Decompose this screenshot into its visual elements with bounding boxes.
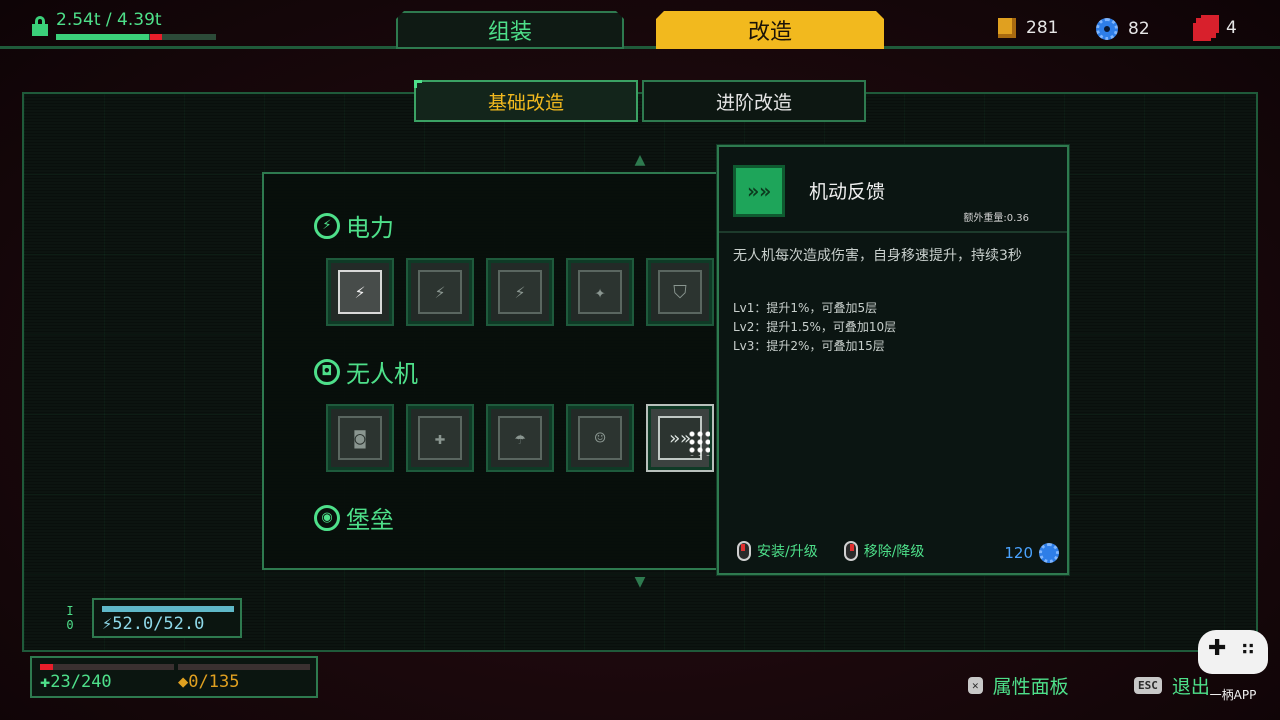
shield-value: ◆0/135 bbox=[178, 672, 240, 692]
power-mod-1-icon: ⚡ bbox=[338, 270, 382, 314]
energy-value: ⚡52.0/52.0 bbox=[102, 614, 205, 634]
mod-cost: 120 bbox=[1004, 543, 1059, 563]
drone-mod-2-icon: ✚ bbox=[418, 416, 462, 460]
category-drone: ◘ 无人机 bbox=[314, 354, 418, 389]
mouse-left-click-icon bbox=[737, 541, 751, 561]
power-mod-2-icon: ⚡ bbox=[418, 270, 462, 314]
tab-corner-marker bbox=[414, 80, 422, 88]
mod-cost-value: 120 bbox=[1004, 544, 1033, 562]
divider bbox=[719, 231, 1067, 233]
mod-detail-panel: »» 机动反馈 额外重量:0.36 无人机每次造成伤害，自身移速提升，持续3秒 … bbox=[716, 144, 1070, 576]
tab-basic-mods-label: 基础改造 bbox=[487, 91, 564, 114]
weight-bar-fill bbox=[56, 34, 149, 40]
tab-modify[interactable]: 改造 bbox=[656, 11, 884, 49]
counter-value: 0 bbox=[66, 618, 74, 632]
power-mod-3-icon: ⚡ bbox=[498, 270, 542, 314]
tab-advanced-mods-label: 进阶改造 bbox=[715, 91, 792, 114]
drone-mod-4-icon: ☺ bbox=[578, 416, 622, 460]
puzzle-piece-icon bbox=[1196, 18, 1216, 38]
tab-basic-mods[interactable]: 基础改造 bbox=[414, 80, 638, 122]
x-button-icon: ✕ bbox=[968, 677, 983, 694]
power-mod-slot-1[interactable]: ⚡ bbox=[326, 258, 394, 326]
scroll-up-arrow-icon[interactable]: ▲ bbox=[628, 152, 652, 168]
drone-mod-3-icon: ☂ bbox=[498, 416, 542, 460]
fortress-icon: ◉ bbox=[314, 504, 340, 531]
install-upgrade-action[interactable]: 安装/升级 bbox=[757, 541, 818, 561]
tab-advanced-mods[interactable]: 进阶改造 bbox=[642, 80, 866, 122]
drone-mod-slot-4[interactable]: ☺ bbox=[566, 404, 634, 472]
unit-counter: I 0 bbox=[60, 604, 80, 632]
mouse-right-click-icon bbox=[843, 541, 858, 561]
gold-resource: 281 bbox=[998, 18, 1058, 38]
power-mod-5-icon: ⛉ bbox=[658, 270, 702, 314]
pointer-cursor-icon bbox=[688, 430, 710, 456]
power-mod-4-icon: ✦ bbox=[578, 270, 622, 314]
gear-resource: 82 bbox=[1096, 18, 1150, 40]
mod-actions: 安装/升级 移除/降级 bbox=[737, 541, 924, 561]
power-mod-slot-3[interactable]: ⚡ bbox=[486, 258, 554, 326]
gear-icon bbox=[1039, 543, 1059, 563]
drone-mod-slot-3[interactable]: ☂ bbox=[486, 404, 554, 472]
tab-assemble[interactable]: 组装 bbox=[396, 11, 624, 49]
mod-level-3: Lv3：提升2%，可叠加15层 bbox=[733, 339, 885, 353]
drone-mod-1-icon: ◙ bbox=[338, 416, 382, 460]
gold-block-icon bbox=[998, 18, 1016, 38]
power-mod-slot-2[interactable]: ⚡ bbox=[406, 258, 474, 326]
drone-mod-slot-1[interactable]: ◙ bbox=[326, 404, 394, 472]
attributes-panel-hint[interactable]: ✕ 属性面板 bbox=[968, 672, 1069, 699]
top-divider bbox=[0, 46, 1280, 49]
counter-label: I bbox=[66, 604, 74, 618]
weight-indicator: 2.54t / 4.39t bbox=[30, 10, 220, 42]
puzzle-count: 4 bbox=[1226, 18, 1237, 38]
watermark-logo: 一柄APP bbox=[1192, 630, 1274, 714]
mod-extra-weight: 额外重量:0.36 bbox=[963, 213, 1029, 224]
drone-icon: ◘ bbox=[314, 358, 340, 385]
drone-feedback-icon: »» bbox=[733, 165, 785, 217]
health-bar-fill bbox=[40, 664, 53, 670]
scroll-down-arrow-icon[interactable]: ▼ bbox=[628, 574, 652, 590]
mod-levels: Lv1：提升1%，可叠加5层 Lv2：提升1.5%，可叠加10层 Lv3：提升2… bbox=[733, 299, 896, 356]
shield-bar bbox=[178, 664, 310, 670]
category-fortress-title: 堡垒 bbox=[346, 506, 394, 534]
mod-description: 无人机每次造成伤害，自身移速提升，持续3秒 bbox=[733, 248, 1022, 264]
gold-count: 281 bbox=[1026, 18, 1059, 38]
watermark-text: 一柄APP bbox=[1209, 688, 1257, 702]
gear-icon bbox=[1096, 18, 1118, 40]
health-value: ✚23/240 bbox=[40, 672, 112, 692]
category-power: ⚡ 电力 bbox=[314, 208, 394, 243]
category-fortress: ◉ 堡垒 bbox=[314, 500, 394, 535]
energy-status: ⚡52.0/52.0 bbox=[92, 598, 242, 638]
gamepad-icon bbox=[1198, 630, 1268, 674]
energy-bar bbox=[102, 606, 234, 612]
weight-bar-overload bbox=[150, 34, 162, 40]
weight-bar bbox=[56, 34, 216, 40]
mod-level-2: Lv2：提升1.5%，可叠加10层 bbox=[733, 320, 897, 334]
category-power-title: 电力 bbox=[346, 214, 394, 242]
gear-count: 82 bbox=[1128, 19, 1150, 39]
remove-downgrade-action[interactable]: 移除/降级 bbox=[864, 541, 925, 561]
mod-title: 机动反馈 bbox=[809, 181, 886, 203]
puzzle-resource: 4 bbox=[1196, 18, 1237, 38]
attributes-panel-label: 属性面板 bbox=[992, 676, 1069, 698]
health-shield-status: ✚23/240 ◆0/135 bbox=[30, 656, 318, 698]
weight-text: 2.54t / 4.39t bbox=[56, 10, 162, 30]
mod-level-1: Lv1：提升1%，可叠加5层 bbox=[733, 301, 878, 315]
power-mod-slot-4[interactable]: ✦ bbox=[566, 258, 634, 326]
lightning-icon: ⚡ bbox=[314, 212, 340, 239]
health-bar bbox=[40, 664, 174, 670]
weight-lock-icon bbox=[32, 16, 48, 36]
power-mod-slot-5[interactable]: ⛉ bbox=[646, 258, 714, 326]
esc-key-icon: ESC bbox=[1134, 677, 1162, 694]
drone-mod-slot-2[interactable]: ✚ bbox=[406, 404, 474, 472]
category-drone-title: 无人机 bbox=[346, 360, 418, 388]
